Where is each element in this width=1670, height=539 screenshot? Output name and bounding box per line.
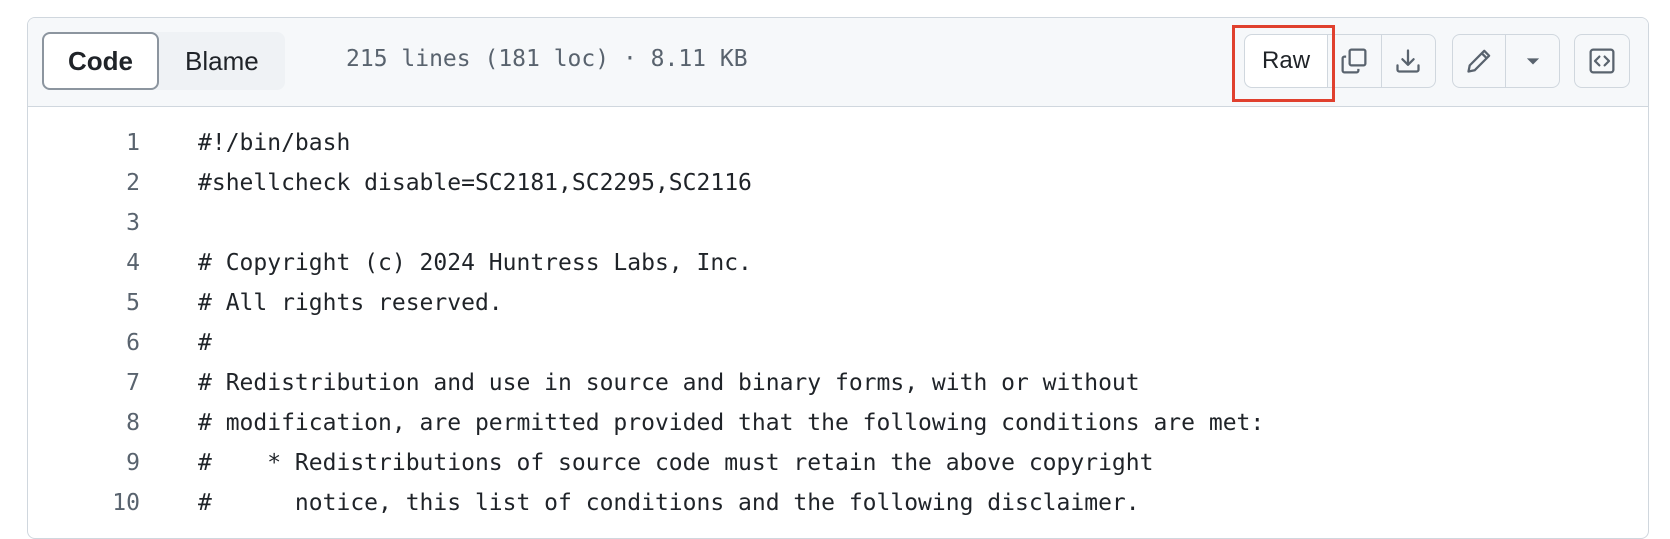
line-number[interactable]: 3 [28, 210, 140, 236]
line-number[interactable]: 9 [28, 450, 140, 476]
line-content: #!/bin/bash [198, 130, 351, 156]
line-number[interactable]: 4 [28, 250, 140, 276]
code-line: 2 #shellcheck disable=SC2181,SC2295,SC211… [28, 163, 1648, 203]
line-number[interactable]: 7 [28, 370, 140, 396]
code-line: 6 # [28, 323, 1648, 363]
code-line: 10 # notice, this list of conditions and … [28, 483, 1648, 523]
line-number[interactable]: 10 [28, 490, 140, 516]
download-button[interactable] [1382, 35, 1435, 87]
line-content: # * Redistributions of source code must … [198, 450, 1154, 476]
tab-blame[interactable]: Blame [159, 32, 285, 90]
file-viewer: Code Blame 215 lines (181 loc) · 8.11 KB… [27, 17, 1649, 539]
code-listing: 1 #!/bin/bash 2 #shellcheck disable=SC2181,… [28, 107, 1648, 523]
code-line: 3 [28, 203, 1648, 243]
edit-button-group [1452, 34, 1560, 88]
line-content: # [198, 330, 212, 356]
code-line: 4 # Copyright (c) 2024 Huntress Labs, Inc… [28, 243, 1648, 283]
symbols-panel-button[interactable] [1574, 34, 1630, 88]
line-content: #shellcheck disable=SC2181,SC2295,SC2116 [198, 170, 752, 196]
file-meta: 215 lines (181 loc) · 8.11 KB [346, 46, 748, 72]
triangle-down-icon [1519, 47, 1547, 75]
copy-raw-button[interactable] [1328, 35, 1382, 87]
pencil-icon [1465, 47, 1493, 75]
code-line: 7 # Redistribution and use in source and … [28, 363, 1648, 403]
code-line: 8 # modification, are permitted provided … [28, 403, 1648, 443]
line-number[interactable]: 6 [28, 330, 140, 356]
line-content: # Redistribution and use in source and b… [198, 370, 1140, 396]
edit-dropdown-button[interactable] [1506, 35, 1559, 87]
line-number[interactable]: 8 [28, 410, 140, 436]
code-line: 5 # All rights reserved. [28, 283, 1648, 323]
raw-button-group: Raw [1244, 34, 1436, 88]
line-content: # notice, this list of conditions and th… [198, 490, 1140, 516]
view-toggle: Code Blame [42, 32, 285, 90]
line-number[interactable]: 2 [28, 170, 140, 196]
line-content: # All rights reserved. [198, 290, 503, 316]
file-header: Code Blame 215 lines (181 loc) · 8.11 KB… [28, 18, 1648, 107]
line-content: # modification, are permitted provided t… [198, 410, 1265, 436]
code-line: 1 #!/bin/bash [28, 123, 1648, 163]
line-content: # Copyright (c) 2024 Huntress Labs, Inc. [198, 250, 752, 276]
edit-file-button[interactable] [1453, 35, 1507, 87]
tab-code[interactable]: Code [42, 32, 159, 90]
code-square-icon [1588, 47, 1616, 75]
raw-button[interactable]: Raw [1245, 35, 1329, 87]
code-line: 9 # * Redistributions of source code must… [28, 443, 1648, 483]
copy-icon [1340, 47, 1368, 75]
line-number[interactable]: 1 [28, 130, 140, 156]
download-icon [1394, 47, 1422, 75]
line-number[interactable]: 5 [28, 290, 140, 316]
